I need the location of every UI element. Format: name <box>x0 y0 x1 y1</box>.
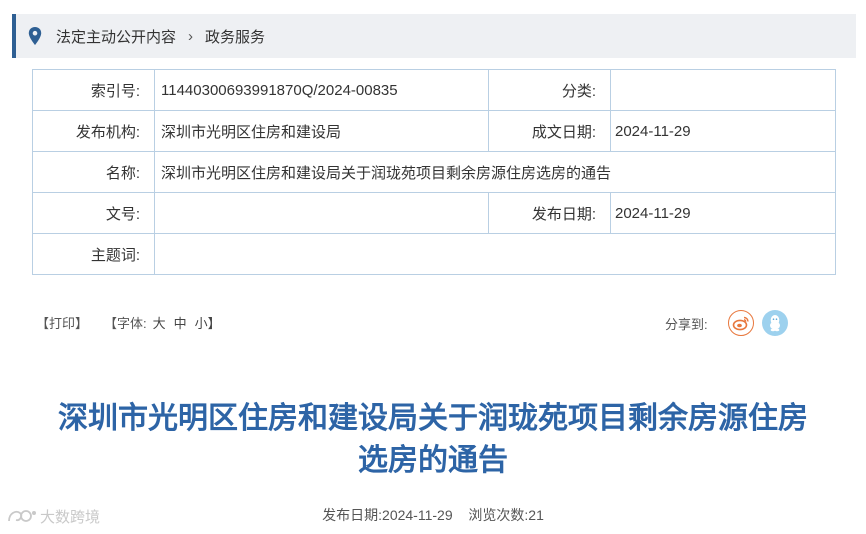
table-row: 索引号: 11440300693991870Q/2024-00835 分类: <box>32 69 836 111</box>
location-pin-icon <box>28 27 42 45</box>
table-row: 文号: 发布日期: 2024-11-29 <box>32 192 836 234</box>
category-label: 分类: <box>488 69 611 111</box>
doc-number-value <box>154 192 489 234</box>
article-view-count: 浏览次数:21 <box>468 507 544 523</box>
font-large-button[interactable]: 大 <box>153 313 166 332</box>
table-row: 主题词: <box>32 233 836 275</box>
font-medium-button[interactable]: 中 <box>174 313 187 332</box>
publisher-value: 深圳市光明区住房和建设局 <box>154 110 489 152</box>
font-size-label: 【字体: <box>104 316 147 331</box>
print-button[interactable]: 【打印】 <box>36 313 88 332</box>
name-label: 名称: <box>32 151 155 193</box>
publish-date-label: 发布日期: <box>488 192 611 234</box>
article-title-line-2: 选房的通告 <box>358 443 508 478</box>
watermark: 大数跨境 <box>6 506 100 527</box>
created-date-value: 2024-11-29 <box>610 110 836 152</box>
table-row: 发布机构: 深圳市光明区住房和建设局 成文日期: 2024-11-29 <box>32 110 836 152</box>
qq-icon[interactable] <box>761 310 788 336</box>
keywords-value <box>154 233 836 275</box>
article-publish-date: 发布日期:2024-11-29 <box>322 507 453 523</box>
metadata-table: 索引号: 11440300693991870Q/2024-00835 分类: 发… <box>32 69 836 275</box>
article-publish-info: 发布日期:2024-11-29 浏览次数:21 <box>0 505 866 525</box>
share-bar: 分享到: <box>665 310 796 336</box>
table-row: 名称: 深圳市光明区住房和建设局关于润珑苑项目剩余房源住房选房的通告 <box>32 151 836 193</box>
category-value <box>610 69 836 111</box>
chevron-right-icon: › <box>188 27 194 45</box>
name-value: 深圳市光明区住房和建设局关于润珑苑项目剩余房源住房选房的通告 <box>154 151 836 193</box>
watermark-logo-icon <box>8 509 36 522</box>
article-title: 深圳市光明区住房和建设局关于润珑苑项目剩余房源住房 选房的通告 <box>20 398 846 482</box>
breadcrumb-item-public-content[interactable]: 法定主动公开内容 <box>56 26 176 47</box>
index-label: 索引号: <box>32 69 155 111</box>
article-title-line-1: 深圳市光明区住房和建设局关于润珑苑项目剩余房源住房 <box>58 401 808 436</box>
doc-number-label: 文号: <box>32 192 155 234</box>
weibo-icon[interactable] <box>727 310 754 336</box>
font-small-button[interactable]: 小】 <box>195 313 221 332</box>
publisher-label: 发布机构: <box>32 110 155 152</box>
watermark-text: 大数跨境 <box>40 509 101 526</box>
publish-date-value: 2024-11-29 <box>610 192 836 234</box>
keywords-label: 主题词: <box>32 233 155 275</box>
breadcrumb: 法定主动公开内容 › 政务服务 <box>12 14 856 58</box>
share-label: 分享到: <box>665 316 708 332</box>
created-date-label: 成文日期: <box>488 110 611 152</box>
index-value: 11440300693991870Q/2024-00835 <box>154 69 489 111</box>
breadcrumb-item-gov-services[interactable]: 政务服务 <box>205 26 265 47</box>
article-toolbar: 【打印】 【字体: 大 中 小】 <box>36 313 225 332</box>
